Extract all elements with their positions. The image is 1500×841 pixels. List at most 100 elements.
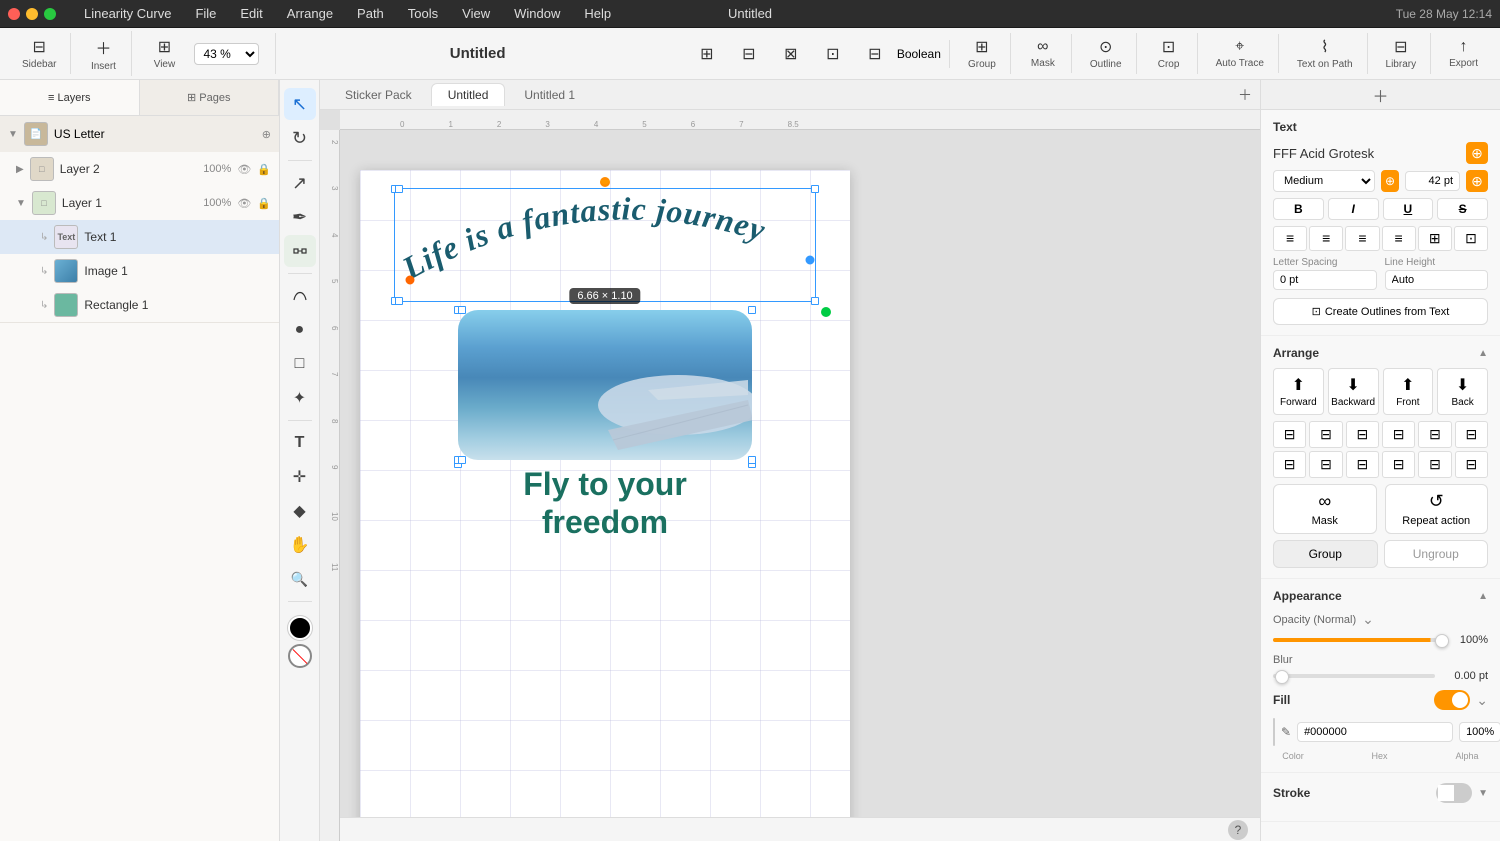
align-left-button[interactable]: ≡ bbox=[1273, 226, 1307, 251]
appearance-section-header[interactable]: Appearance ▲ bbox=[1273, 589, 1488, 603]
align-bottom-edge-button[interactable]: ⊟ bbox=[1455, 421, 1488, 448]
layer-item-layer1[interactable]: ▼ □ Layer 1 100% 👁 🔒 bbox=[0, 186, 279, 220]
fill-toggle[interactable] bbox=[1434, 690, 1470, 710]
fill-color-swatch[interactable] bbox=[1273, 718, 1275, 746]
minimize-button[interactable] bbox=[26, 8, 38, 20]
help-button[interactable]: ? bbox=[1228, 820, 1248, 840]
tab-sticker-pack[interactable]: Sticker Pack bbox=[328, 83, 429, 106]
distribute-spacing-h-button[interactable]: ⊟ bbox=[1346, 451, 1379, 478]
img-handle-tm[interactable] bbox=[458, 306, 466, 314]
menu-help[interactable]: Help bbox=[580, 4, 615, 23]
path-end-handle[interactable] bbox=[806, 256, 814, 264]
text-spacing-button[interactable]: ⊞ bbox=[1418, 226, 1452, 251]
align-center-h-button[interactable]: ⊟ bbox=[1309, 421, 1342, 448]
stroke-toggle[interactable] bbox=[1436, 783, 1472, 803]
align-right-edge-button[interactable]: ⊟ bbox=[1346, 421, 1379, 448]
layer2-visibility-icon[interactable]: 👁 bbox=[237, 163, 251, 176]
align-left-edge-button[interactable]: ⊟ bbox=[1273, 421, 1306, 448]
layer1-visibility-icon[interactable]: 👁 bbox=[237, 197, 251, 210]
hand-tool-button[interactable]: ✋ bbox=[284, 529, 316, 561]
layer-group-header[interactable]: ▼ 📄 US Letter ⊕ bbox=[0, 116, 279, 152]
img-handle-bm[interactable] bbox=[458, 456, 466, 464]
export-button[interactable]: ↑ Export bbox=[1443, 34, 1484, 73]
align-middle-v-button[interactable]: ⊟ bbox=[1418, 421, 1451, 448]
fill-expand-icon[interactable]: ⌄ bbox=[1476, 692, 1488, 709]
font-style-select[interactable]: Medium Regular Bold Italic bbox=[1273, 170, 1375, 192]
auto-trace-button[interactable]: ⌖ Auto Trace bbox=[1210, 34, 1270, 73]
alpha-input[interactable] bbox=[1459, 722, 1500, 742]
tab-pages[interactable]: ⊞ Pages bbox=[140, 80, 280, 115]
boolean-union-button[interactable]: ⊞ bbox=[687, 40, 727, 68]
menu-linearity-curve[interactable]: Linearity Curve bbox=[80, 4, 175, 23]
backward-button[interactable]: ⬇ Backward bbox=[1328, 368, 1379, 415]
boolean-exclude-button[interactable]: ⊡ bbox=[813, 40, 853, 68]
bold-button[interactable]: B bbox=[1273, 198, 1324, 220]
pen-tool-button[interactable]: ✒ bbox=[284, 201, 316, 233]
layer-item-image1[interactable]: ↳ Image 1 bbox=[0, 254, 279, 288]
zoom-tool-button[interactable]: 🔍 bbox=[284, 563, 316, 595]
repeat-action-button[interactable]: ↺ Repeat action bbox=[1385, 484, 1489, 534]
font-size-input[interactable] bbox=[1405, 171, 1460, 191]
font-style-browse-button[interactable]: ⊕ bbox=[1381, 170, 1399, 192]
bezier-tool-button[interactable] bbox=[284, 280, 316, 312]
menu-window[interactable]: Window bbox=[510, 4, 564, 23]
direct-select-tool-button[interactable]: ↗ bbox=[284, 167, 316, 199]
close-button[interactable] bbox=[8, 8, 20, 20]
canvas-inner[interactable]: Life is a fantastic journey 6.66 × 1.10 bbox=[340, 130, 1260, 841]
arrange-section-header[interactable]: Arrange ▲ bbox=[1273, 346, 1488, 360]
path-start-handle[interactable] bbox=[406, 276, 414, 284]
arrange-extra-1-button[interactable]: ⊟ bbox=[1418, 451, 1451, 478]
crop-button[interactable]: ⊡ Crop bbox=[1149, 33, 1189, 74]
layer2-lock-icon[interactable]: 🔒 bbox=[257, 163, 271, 176]
line-height-input[interactable] bbox=[1385, 270, 1489, 290]
align-center-button[interactable]: ≡ bbox=[1309, 226, 1343, 251]
opacity-type-chevron[interactable]: ⌄ bbox=[1362, 611, 1374, 628]
menu-edit[interactable]: Edit bbox=[236, 4, 266, 23]
menu-tools[interactable]: Tools bbox=[404, 4, 442, 23]
fill-edit-icon[interactable]: ✎ bbox=[1281, 725, 1291, 739]
underline-button[interactable]: U bbox=[1383, 198, 1434, 220]
group-button[interactable]: Group bbox=[1273, 540, 1378, 568]
stroke-section-header[interactable]: Stroke ▼ bbox=[1273, 783, 1488, 803]
img-handle-tr[interactable] bbox=[748, 306, 756, 314]
boolean-divide-button[interactable]: ⊟ bbox=[855, 40, 895, 68]
select-tool-button[interactable]: ↖ bbox=[284, 88, 316, 120]
zoom-select[interactable]: 43 % 50 % 75 % 100 % bbox=[194, 43, 259, 65]
distribute-spacing-v-button[interactable]: ⊟ bbox=[1382, 451, 1415, 478]
tab-untitled-1[interactable]: Untitled 1 bbox=[507, 83, 592, 106]
distribute-h-button[interactable]: ⊟ bbox=[1273, 451, 1306, 478]
green-handle[interactable] bbox=[821, 307, 831, 317]
foreground-color-swatch[interactable] bbox=[288, 616, 312, 640]
ungroup-button[interactable]: Ungroup bbox=[1384, 540, 1489, 568]
layer-group-options[interactable]: ⊕ bbox=[262, 128, 271, 141]
group-button[interactable]: ⊞ Group bbox=[962, 33, 1002, 74]
boolean-subtract-button[interactable]: ⊟ bbox=[729, 40, 769, 68]
arrange-mask-button[interactable]: ∞ Mask bbox=[1273, 484, 1377, 534]
text-on-path-button[interactable]: ⌇ Text on Path bbox=[1291, 33, 1359, 74]
outline-button[interactable]: ⊙ Outline bbox=[1084, 33, 1128, 74]
transform-tool-button[interactable]: ✛ bbox=[284, 461, 316, 493]
menu-file[interactable]: File bbox=[191, 4, 220, 23]
font-browse-button[interactable]: ⊕ bbox=[1466, 142, 1488, 164]
view-button[interactable]: ⊞ View bbox=[144, 33, 184, 74]
menu-path[interactable]: Path bbox=[353, 4, 388, 23]
panel-expand-button[interactable]: ＋ bbox=[1261, 80, 1500, 109]
arrange-extra-2-button[interactable]: ⊟ bbox=[1455, 451, 1488, 478]
shape-tool-button[interactable]: □ bbox=[284, 348, 316, 380]
tab-untitled[interactable]: Untitled bbox=[431, 83, 506, 106]
layer-item-rect1[interactable]: ↳ Rectangle 1 bbox=[0, 288, 279, 322]
library-button[interactable]: ⊟ Library bbox=[1380, 33, 1423, 74]
rotate-tool-button[interactable]: ↻ bbox=[284, 122, 316, 154]
image-container[interactable]: 6.66 × 1.10 bbox=[458, 310, 752, 460]
star-tool-button[interactable]: ✦ bbox=[284, 382, 316, 414]
insert-button[interactable]: ＋ Insert bbox=[83, 31, 123, 76]
italic-button[interactable]: I bbox=[1328, 198, 1379, 220]
menu-view[interactable]: View bbox=[458, 4, 494, 23]
paint-tool-button[interactable]: ● bbox=[284, 314, 316, 346]
text-tool-button[interactable]: T bbox=[284, 427, 316, 459]
node-tool-button[interactable] bbox=[284, 235, 316, 267]
back-button[interactable]: ⬇ Back bbox=[1437, 368, 1488, 415]
align-top-edge-button[interactable]: ⊟ bbox=[1382, 421, 1415, 448]
background-color-swatch[interactable] bbox=[288, 644, 312, 668]
distribute-v-button[interactable]: ⊟ bbox=[1309, 451, 1342, 478]
